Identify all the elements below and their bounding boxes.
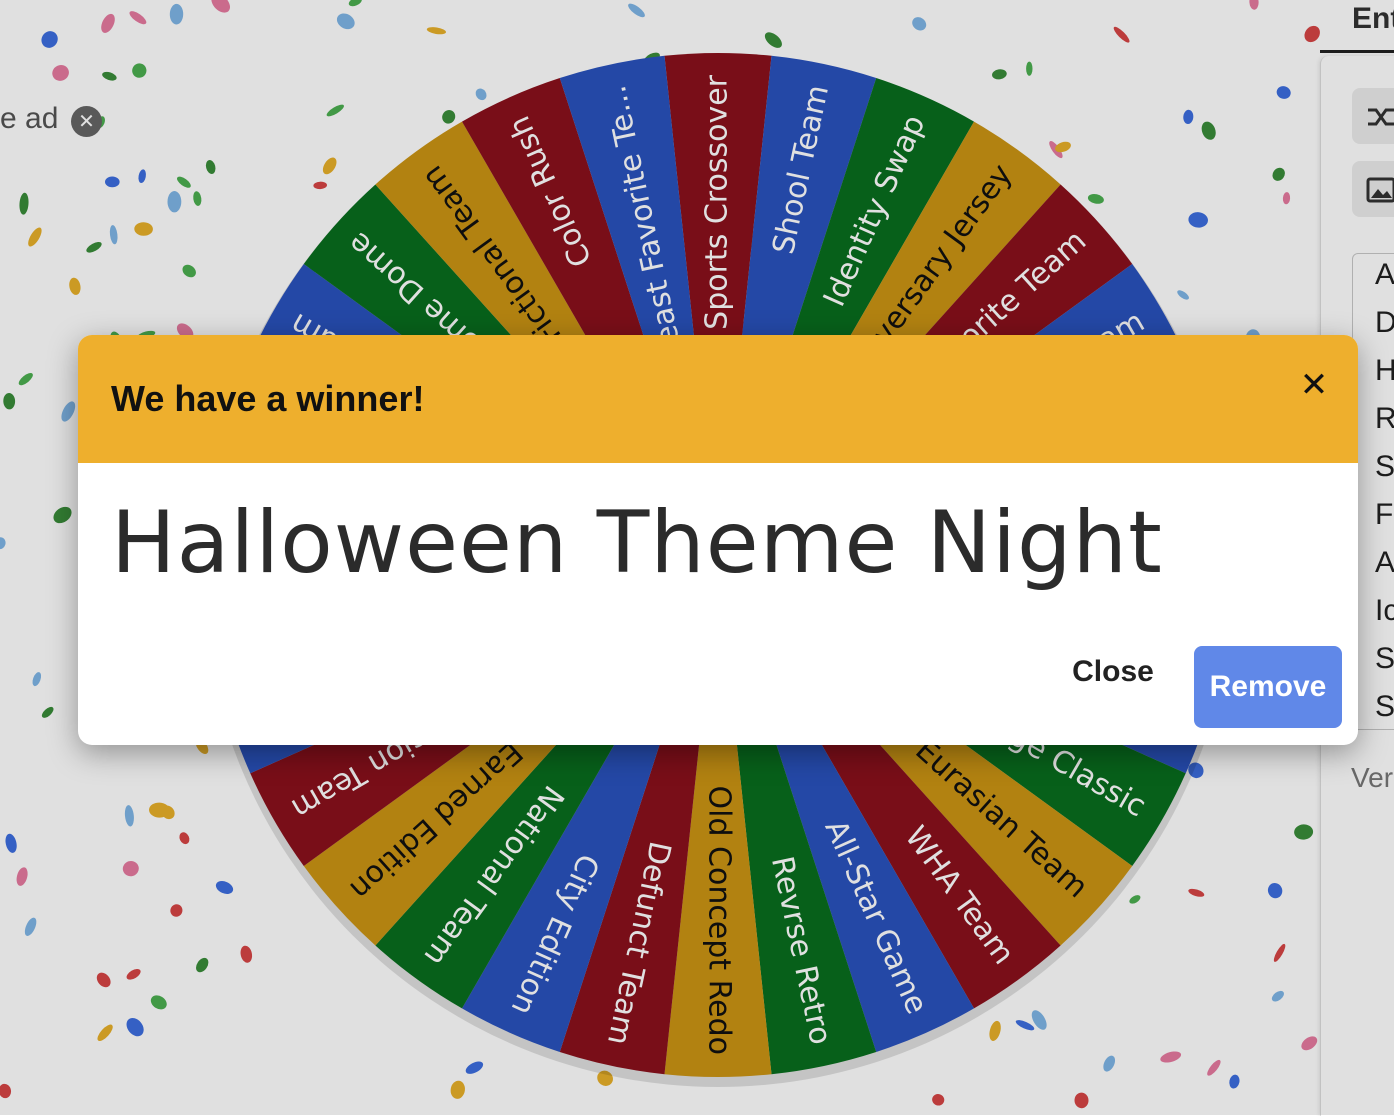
- close-button[interactable]: Close: [1058, 645, 1168, 699]
- close-icon[interactable]: ✕: [1294, 365, 1334, 405]
- dialog-header: We have a winner! ✕: [78, 335, 1358, 463]
- remove-button[interactable]: Remove: [1194, 646, 1342, 728]
- winner-dialog: We have a winner! ✕ Halloween Theme Nigh…: [78, 335, 1358, 745]
- winner-name: Halloween Theme Night: [111, 493, 1163, 593]
- dialog-title: We have a winner!: [111, 378, 425, 419]
